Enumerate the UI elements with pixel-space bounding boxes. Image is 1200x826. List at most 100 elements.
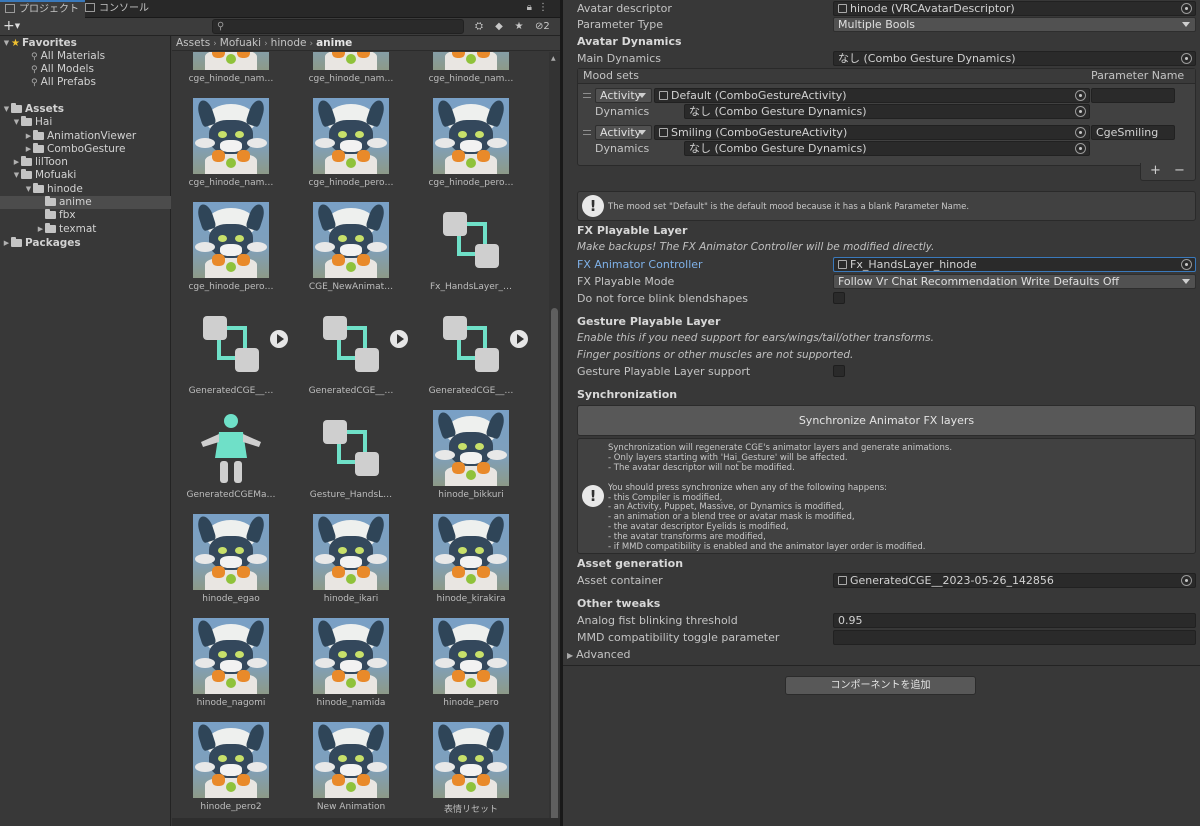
gesture-support-checkbox[interactable] — [833, 365, 845, 377]
object-picker-icon[interactable] — [1075, 127, 1086, 138]
chevron-right-icon[interactable]: ▶ — [12, 156, 21, 169]
asset-grid-scrollbar[interactable]: ▲ — [549, 52, 560, 826]
fx-controller-field[interactable]: Fx_HandsLayer_hinode — [833, 257, 1196, 272]
asset-item[interactable]: hinode_kirakira — [412, 510, 530, 614]
asset-item[interactable]: GeneratedCGE__… — [412, 302, 530, 406]
mood-set-activity-field[interactable]: Smiling (ComboGestureActivity) — [654, 125, 1090, 140]
fx-mode-dropdown[interactable]: Follow Vr Chat Recommendation Write Defa… — [833, 274, 1196, 289]
breadcrumb-current[interactable]: anime — [316, 37, 352, 49]
breadcrumb-item[interactable]: hinode — [271, 37, 307, 49]
main-dynamics-field[interactable]: なし (Combo Gesture Dynamics) — [833, 51, 1196, 66]
tree-item-all-materials[interactable]: ⚲ All Materials — [0, 50, 171, 63]
lock-icon[interactable]: 🔒︎ — [527, 2, 538, 13]
add-component-button[interactable]: コンポーネントを追加 — [785, 676, 976, 695]
play-icon[interactable] — [270, 330, 288, 348]
object-picker-icon[interactable] — [1181, 259, 1192, 270]
asset-item[interactable]: hinode_bikkuri — [412, 406, 530, 510]
search-by-label-button[interactable]: ◆ — [490, 19, 508, 34]
tree-item-packages[interactable]: ▶ Packages — [0, 237, 171, 250]
asset-item[interactable]: cge_hinode_nam… — [172, 52, 290, 94]
tree-item-anime[interactable]: anime — [0, 196, 171, 209]
asset-item[interactable]: hinode_ikari — [292, 510, 410, 614]
object-picker-icon[interactable] — [1075, 143, 1086, 154]
mood-set-dynamics-field[interactable]: なし (Combo Gesture Dynamics) — [684, 104, 1090, 119]
chevron-down-icon[interactable]: ▼ — [24, 183, 33, 196]
chevron-down-icon[interactable]: ▼ — [12, 169, 21, 182]
mood-set-mode-dropdown[interactable]: Activity — [595, 125, 652, 140]
search-by-type-button[interactable]: ⛭ — [470, 19, 488, 34]
parameter-type-dropdown[interactable]: Multiple Bools — [833, 17, 1196, 32]
asset-item[interactable]: hinode_nagomi — [172, 614, 290, 718]
asset-item[interactable]: CGE_NewAnimat… — [292, 198, 410, 302]
object-picker-icon[interactable] — [1075, 90, 1086, 101]
tree-item-all-models[interactable]: ⚲ All Models — [0, 63, 171, 76]
mood-set-mode-dropdown[interactable]: Activity — [595, 88, 652, 103]
mood-set-dynamics-field[interactable]: なし (Combo Gesture Dynamics) — [684, 141, 1090, 156]
mmd-toggle-input[interactable] — [833, 630, 1196, 645]
asset-item[interactable]: cge_hinode_pero… — [412, 94, 530, 198]
asset-item[interactable]: Gesture_HandsL… — [292, 406, 410, 510]
asset-item[interactable]: 表情リセット — [412, 718, 530, 818]
advanced-foldout[interactable]: ▶ Advanced — [567, 647, 631, 662]
tree-item-hai[interactable]: ▼ Hai — [0, 116, 171, 129]
blink-checkbox[interactable] — [833, 292, 845, 304]
object-picker-icon[interactable] — [1181, 3, 1192, 14]
chevron-down-icon[interactable]: ▼ — [2, 103, 11, 116]
tab-project[interactable]: プロジェクト — [0, 0, 85, 18]
breadcrumb-item[interactable]: Mofuaki — [220, 37, 261, 49]
chevron-right-icon[interactable]: ▶ — [2, 237, 11, 250]
tree-item-mofuaki[interactable]: ▼ Mofuaki — [0, 169, 171, 182]
scrollbar-thumb[interactable] — [551, 308, 558, 826]
kebab-menu-icon[interactable]: ⋮ — [538, 2, 554, 13]
asset-item[interactable]: hinode_pero — [412, 614, 530, 718]
asset-container-field[interactable]: GeneratedCGE__2023-05-26_142856 — [833, 573, 1196, 588]
asset-item[interactable]: cge_hinode_pero… — [172, 198, 290, 302]
chevron-down-icon[interactable]: ▼ — [2, 37, 11, 50]
asset-item[interactable]: cge_hinode_nam… — [412, 52, 530, 94]
asset-item[interactable]: cge_hinode_nam… — [292, 52, 410, 94]
mood-set-parameter-input[interactable]: CgeSmiling — [1091, 125, 1175, 140]
mood-set-activity-field[interactable]: Default (ComboGestureActivity) — [654, 88, 1090, 103]
tree-item-texmat[interactable]: ▶ texmat — [0, 223, 171, 236]
hidden-packages-toggle[interactable]: ⊘2 — [535, 19, 550, 34]
save-search-button[interactable]: ★ — [510, 19, 528, 34]
reorder-handle-icon[interactable] — [583, 130, 591, 135]
mood-set-parameter-input[interactable] — [1091, 88, 1175, 103]
tree-item-all-prefabs[interactable]: ⚲ All Prefabs — [0, 76, 171, 89]
tree-item-animationviewer[interactable]: ▶ AnimationViewer — [0, 130, 171, 143]
object-picker-icon[interactable] — [1181, 575, 1192, 586]
avatar-descriptor-field[interactable]: hinode (VRCAvatarDescriptor) — [833, 1, 1196, 16]
tree-item-hinode[interactable]: ▼ hinode — [0, 183, 171, 196]
asset-item[interactable]: New Animation — [292, 718, 410, 818]
play-icon[interactable] — [510, 330, 528, 348]
chevron-right-icon[interactable]: ▶ — [24, 143, 33, 156]
asset-item[interactable]: GeneratedCGE__… — [172, 302, 290, 406]
asset-item[interactable]: hinode_pero2 — [172, 718, 290, 818]
chevron-down-icon[interactable]: ▼ — [12, 116, 21, 129]
tree-item-fbx[interactable]: fbx — [0, 209, 171, 222]
asset-item[interactable]: hinode_egao — [172, 510, 290, 614]
chevron-right-icon[interactable]: ▶ — [36, 223, 45, 236]
analog-threshold-input[interactable]: 0.95 — [833, 613, 1196, 628]
object-picker-icon[interactable] — [1075, 106, 1086, 117]
play-icon[interactable] — [390, 330, 408, 348]
asset-item[interactable]: GeneratedCGEMa… — [172, 406, 290, 510]
asset-item[interactable]: hinode_namida — [292, 614, 410, 718]
object-picker-icon[interactable] — [1181, 53, 1192, 64]
synchronize-button[interactable]: Synchronize Animator FX layers — [577, 405, 1196, 436]
asset-item[interactable]: Fx_HandsLayer_… — [412, 198, 530, 302]
tree-item-liltoon[interactable]: ▶ lilToon — [0, 156, 171, 169]
asset-item[interactable]: cge_hinode_pero… — [292, 94, 410, 198]
tree-item-assets[interactable]: ▼ Assets — [0, 103, 171, 116]
tree-item-favorites[interactable]: ▼ ★ Favorites — [0, 37, 171, 50]
add-mood-set-button[interactable]: + — [1150, 163, 1161, 179]
tab-console[interactable]: コンソール — [80, 0, 155, 18]
create-asset-button[interactable]: +▼ — [3, 18, 20, 34]
asset-item[interactable]: GeneratedCGE__… — [292, 302, 410, 406]
search-input[interactable]: ⚲ — [212, 19, 464, 34]
tree-item-combogesture[interactable]: ▶ ComboGesture — [0, 143, 171, 156]
chevron-right-icon[interactable]: ▶ — [24, 130, 33, 143]
scroll-up-icon[interactable]: ▲ — [551, 55, 556, 62]
reorder-handle-icon[interactable] — [583, 93, 591, 98]
thumbnail-size-bar[interactable] — [172, 818, 560, 826]
